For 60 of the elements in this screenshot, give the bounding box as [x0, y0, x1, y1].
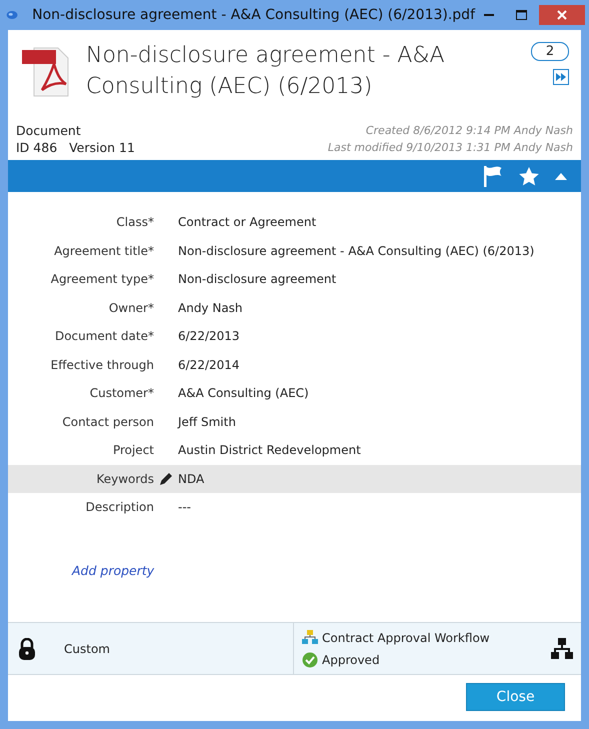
pdf-file-icon [20, 46, 70, 98]
document-type: Document [16, 122, 82, 139]
workflow-state: Approved [322, 652, 380, 668]
property-row[interactable]: Agreement title* Non-disclosure agreement - A&A Consulting (AEC) (6/2013) [8, 236, 581, 265]
property-value: Andy Nash [178, 300, 243, 317]
fast-forward-icon[interactable] [553, 69, 569, 85]
property-value: Austin District Redevelopment [178, 442, 361, 460]
add-property-link[interactable]: Add property [72, 562, 581, 580]
property-value: A&A Consulting (AEC) [178, 385, 309, 402]
star-icon[interactable] [519, 166, 539, 186]
lock-icon [18, 638, 36, 660]
property-value: Non-disclosure agreement - A&A Consulting (AEC) (6/2013) [178, 242, 534, 260]
property-label: Class* [115, 214, 154, 232]
window-title: Non-disclosure agreement - A&A Consulting (AEC) (6/2013).pdf [32, 6, 475, 24]
property-label: Description [84, 499, 154, 516]
document-title: Non-disclosure agreement - A&A Consulting (AEC) (6/2013) [86, 42, 446, 101]
property-value: NDA [178, 470, 204, 488]
document-version: Version 11 [69, 140, 135, 155]
permissions-label: Custom [63, 640, 110, 658]
property-row[interactable]: Contact person Jeff Smith [8, 408, 581, 436]
property-row[interactable]: Description --- [8, 493, 581, 522]
collapse-icon[interactable] [555, 172, 567, 180]
workflow-name: Contract Approval Workflow [322, 630, 490, 646]
pencil-icon[interactable] [160, 472, 172, 485]
property-row[interactable]: Effective through 6/22/2014 [8, 350, 581, 379]
property-row[interactable]: Owner* Andy Nash [8, 294, 581, 322]
property-row[interactable]: Customer* A&A Consulting (AEC) [8, 379, 581, 408]
property-value: 6/22/2014 [178, 356, 240, 374]
property-value: Non-disclosure agreement [178, 271, 336, 288]
property-label: Agreement title* [53, 242, 154, 260]
property-label: Document date* [54, 328, 154, 346]
close-window-button[interactable] [539, 5, 585, 25]
property-row[interactable]: Agreement type* Non-disclosure agreement [8, 265, 581, 294]
property-label: Contact person [61, 414, 154, 431]
property-value: Contract or Agreement [178, 214, 316, 232]
property-label: Agreement type* [50, 271, 154, 288]
property-label: Owner* [108, 300, 154, 317]
flag-icon[interactable] [483, 165, 503, 187]
app-icon [6, 8, 18, 22]
property-label: Customer* [88, 385, 154, 402]
property-value: Jeff Smith [178, 414, 236, 431]
created-info: Created 8/6/2012 9:14 PM Andy Nash [364, 123, 573, 139]
comments-count[interactable]: 2 [531, 42, 569, 61]
property-row[interactable]: Keywords NDA [8, 464, 581, 493]
workflow-icon [302, 630, 318, 645]
property-value: --- [178, 499, 191, 516]
property-label: Project [112, 442, 154, 460]
property-row[interactable]: Project Austin District Redevelopment [8, 436, 581, 464]
document-id: ID 486 [16, 140, 58, 155]
property-label: Effective through [50, 356, 154, 374]
modified-info: Last modified 9/10/2013 1:31 PM Andy Nash [328, 140, 573, 156]
property-value: 6/22/2013 [178, 328, 240, 346]
maximize-icon[interactable] [516, 10, 526, 20]
property-label: Keywords [95, 470, 154, 488]
property-row[interactable]: Class* Contract or Agreement [8, 208, 581, 236]
minimize-icon[interactable] [484, 14, 494, 16]
check-circle-icon [302, 652, 318, 668]
hierarchy-icon[interactable] [551, 638, 573, 660]
close-icon[interactable] [557, 10, 567, 20]
property-row[interactable]: Document date* 6/22/2013 [8, 322, 581, 350]
